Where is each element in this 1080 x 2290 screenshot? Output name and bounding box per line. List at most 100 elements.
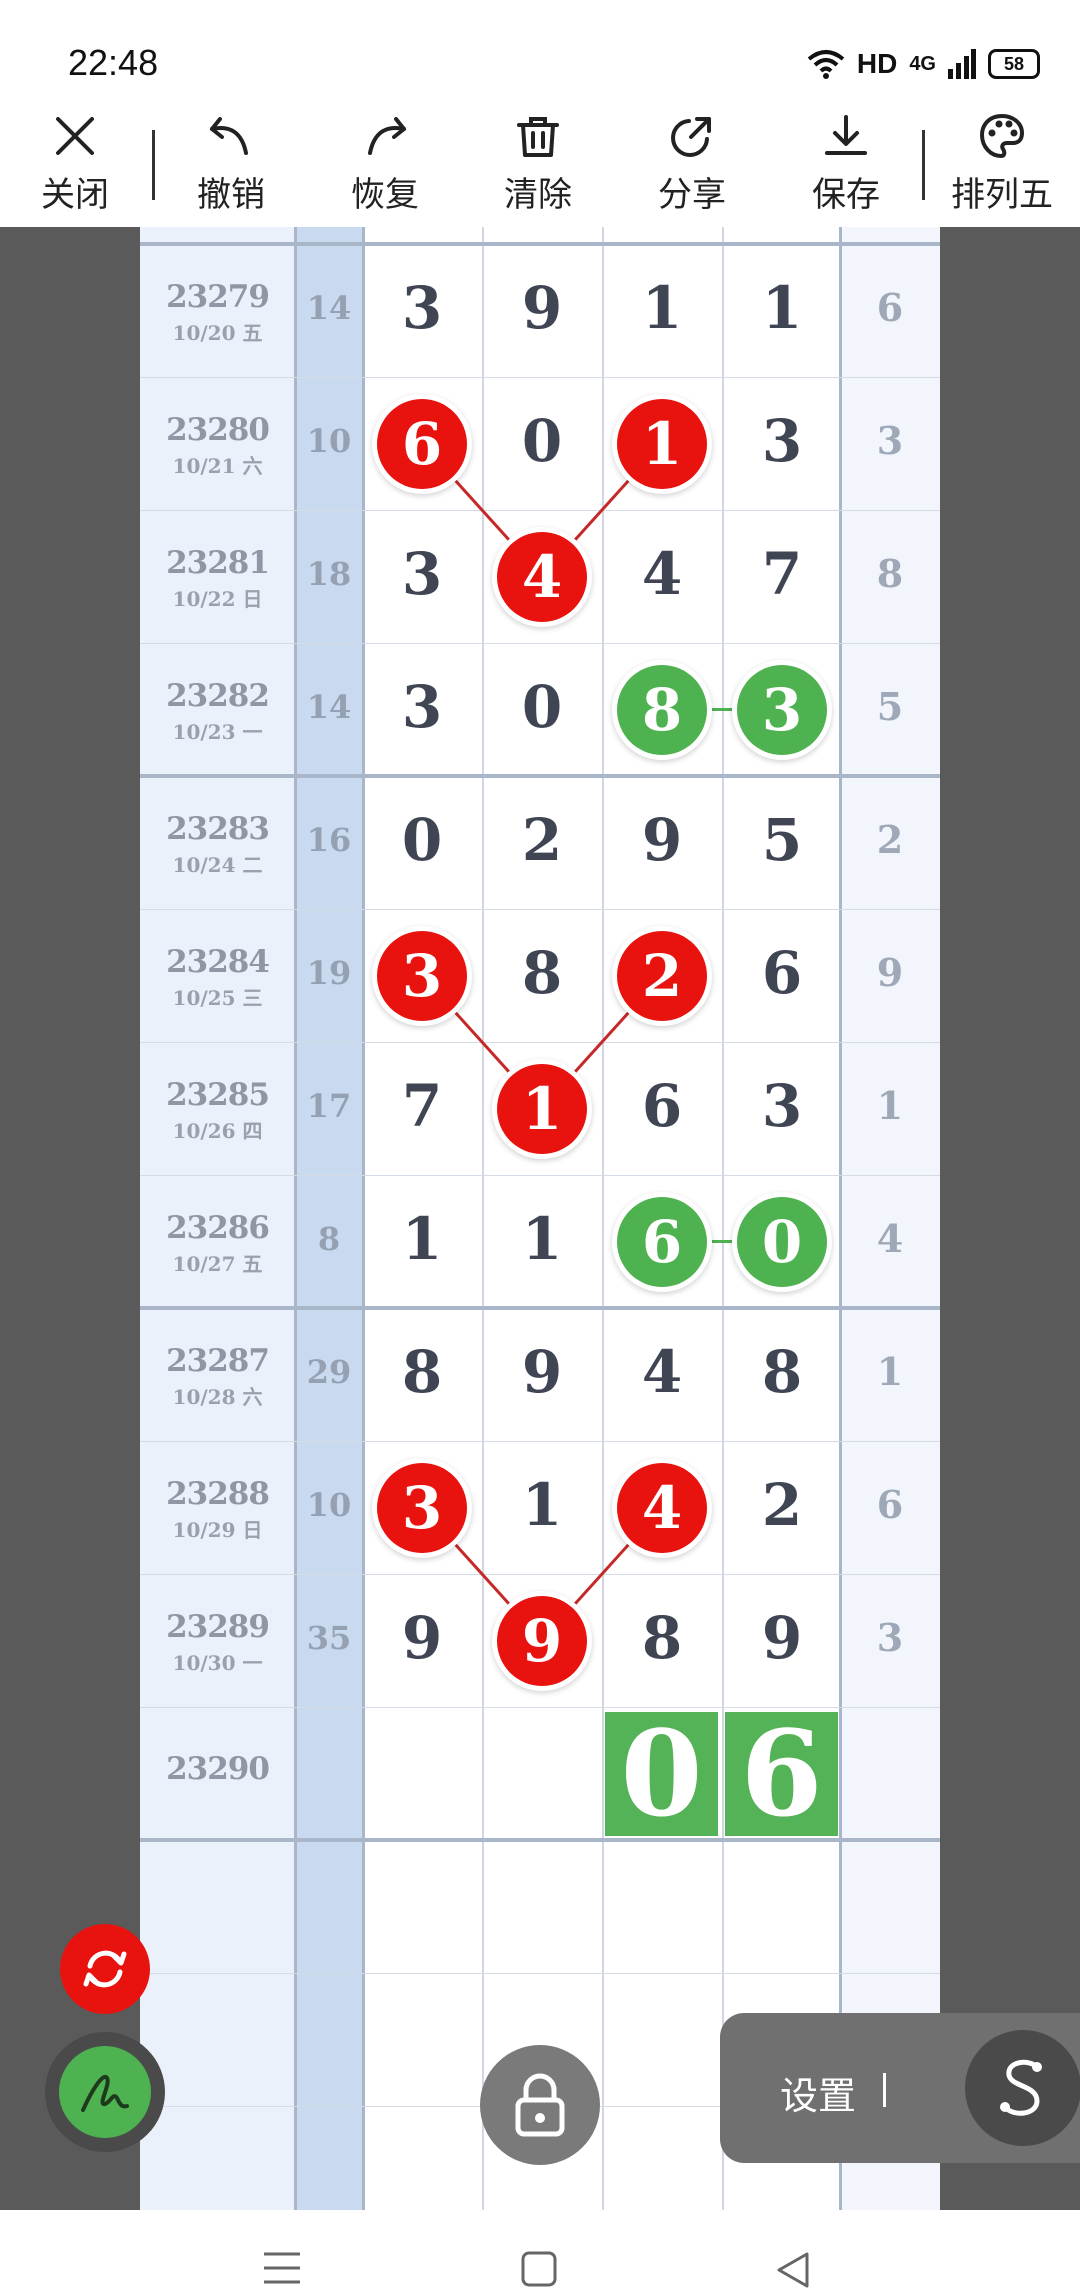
fifth-digit-cell: 1 bbox=[876, 1349, 904, 1394]
fifth-digit-cell: 3 bbox=[876, 1615, 904, 1660]
issue-number: 23286 bbox=[166, 1210, 270, 1246]
digit-cell[interactable]: 9 bbox=[362, 1604, 482, 1672]
red-ball-marker[interactable]: 2 bbox=[617, 930, 707, 1021]
issue-number: 23285 bbox=[166, 1077, 270, 1113]
digit-cell[interactable]: 8 bbox=[362, 1338, 482, 1406]
trend-grid[interactable]: 23279 10/20 五 14 3 9 1 1 6 23280 10/21 六 10 6 0 1 3 3 23… bbox=[140, 227, 940, 2210]
toolbar: 关闭 撤销 恢复 清除 分享 保存 排列五 bbox=[0, 105, 1080, 227]
digit-cell[interactable]: 0 bbox=[482, 407, 602, 475]
red-ball-marker[interactable]: 3 bbox=[377, 930, 467, 1021]
digit-cell[interactable]: 6 bbox=[722, 939, 842, 1007]
digit-cell[interactable]: 3 bbox=[362, 673, 482, 741]
toolbar-divider bbox=[922, 130, 925, 200]
digit-cell[interactable]: 4 bbox=[602, 1338, 722, 1406]
redo-label: 恢复 bbox=[351, 175, 419, 215]
digit-cell[interactable]: 0 bbox=[362, 806, 482, 874]
digit-cell[interactable]: 3 bbox=[362, 274, 482, 342]
issue-number: 23287 bbox=[166, 1343, 270, 1379]
red-ball-marker[interactable]: 1 bbox=[497, 1063, 587, 1154]
lock-button[interactable] bbox=[480, 2045, 600, 2165]
digit-cell[interactable]: 3 bbox=[722, 1072, 842, 1140]
red-ball-marker[interactable]: 4 bbox=[617, 1462, 707, 1553]
digit-cell[interactable]: 2 bbox=[722, 1471, 842, 1539]
digit-cell[interactable]: 9 bbox=[602, 806, 722, 874]
close-button[interactable]: 关闭 bbox=[15, 105, 135, 227]
issue-number: 23281 bbox=[166, 545, 270, 581]
issue-number: 23279 bbox=[166, 279, 270, 315]
issue-cell: 23283 10/24 二 bbox=[140, 811, 295, 878]
digit-cell[interactable]: 3 bbox=[722, 407, 842, 475]
red-ball-marker[interactable]: 9 bbox=[497, 1595, 587, 1686]
refresh-button[interactable] bbox=[60, 1924, 150, 2014]
share-button[interactable]: 分享 bbox=[632, 105, 752, 227]
sum-value: 35 bbox=[306, 1619, 352, 1657]
digit-cell[interactable]: 9 bbox=[482, 1338, 602, 1406]
redo-button[interactable]: 恢复 bbox=[325, 105, 445, 227]
issue-number: 23280 bbox=[166, 412, 270, 448]
fifth-digit-cell: 6 bbox=[876, 285, 904, 330]
issue-date: 10/25 三 bbox=[172, 986, 263, 1010]
issue-date: 10/28 六 bbox=[172, 1385, 263, 1409]
sum-value: 18 bbox=[306, 555, 352, 593]
settings-divider bbox=[883, 2073, 886, 2107]
digit-cell[interactable]: 1 bbox=[722, 274, 842, 342]
clear-button[interactable]: 清除 bbox=[478, 105, 598, 227]
share-icon bbox=[671, 117, 711, 157]
digit-cell[interactable]: 3 bbox=[362, 540, 482, 608]
digit-cell[interactable]: 7 bbox=[722, 540, 842, 608]
sum-value: 14 bbox=[306, 289, 352, 327]
sum-value: 29 bbox=[306, 1353, 352, 1391]
settings-button[interactable]: 设置 bbox=[780, 2065, 856, 2120]
fifth-digit-cell: 2 bbox=[876, 817, 904, 862]
digit-cell[interactable]: 9 bbox=[722, 1604, 842, 1672]
digit-cell[interactable]: 6 bbox=[602, 1072, 722, 1140]
digit-cell[interactable]: 5 bbox=[722, 806, 842, 874]
sum-value: 14 bbox=[306, 688, 352, 726]
save-button[interactable]: 保存 bbox=[786, 105, 906, 227]
red-ball-marker[interactable]: 4 bbox=[497, 531, 587, 622]
issue-date: 10/26 四 bbox=[172, 1119, 263, 1143]
digit-cell[interactable]: 7 bbox=[362, 1072, 482, 1140]
home-nav-icon[interactable] bbox=[520, 2250, 558, 2288]
predicted-digit-tile[interactable]: 6 bbox=[725, 1712, 838, 1836]
green-ball-marker[interactable]: 0 bbox=[737, 1196, 827, 1287]
digit-cell[interactable]: 1 bbox=[482, 1205, 602, 1273]
draw-button-face bbox=[59, 2046, 151, 2138]
green-ball-marker[interactable]: 8 bbox=[617, 664, 707, 755]
s-logo-icon bbox=[1000, 2059, 1042, 2116]
green-ball-marker[interactable]: 6 bbox=[617, 1196, 707, 1287]
digit-cell[interactable]: 1 bbox=[602, 274, 722, 342]
issue-date: 10/22 日 bbox=[172, 587, 263, 611]
issue-date: 10/20 五 bbox=[172, 321, 263, 345]
issue-cell: 23286 10/27 五 bbox=[140, 1210, 295, 1277]
issue-date: 10/29 日 bbox=[172, 1518, 263, 1542]
green-ball-marker[interactable]: 3 bbox=[737, 664, 827, 755]
issue-cell: 23288 10/29 日 bbox=[140, 1476, 295, 1543]
predicted-digit-tile[interactable]: 0 bbox=[605, 1712, 718, 1836]
issue-date: 10/21 六 bbox=[172, 454, 263, 478]
digit-cell[interactable]: 8 bbox=[602, 1604, 722, 1672]
menu-nav-icon[interactable] bbox=[262, 2250, 302, 2286]
digit-cell[interactable]: 0 bbox=[482, 673, 602, 741]
clear-label: 清除 bbox=[504, 175, 572, 215]
digit-cell[interactable]: 8 bbox=[722, 1338, 842, 1406]
back-nav-icon[interactable] bbox=[775, 2250, 811, 2290]
refresh-icon bbox=[83, 1950, 127, 1988]
red-ball-marker[interactable]: 3 bbox=[377, 1462, 467, 1553]
digit-cell[interactable]: 4 bbox=[602, 540, 722, 608]
sum-value: 10 bbox=[306, 422, 352, 460]
red-ball-marker[interactable]: 1 bbox=[617, 398, 707, 489]
s-logo-button[interactable] bbox=[965, 2030, 1080, 2146]
draw-button[interactable] bbox=[45, 2032, 165, 2152]
digit-cell[interactable]: 1 bbox=[362, 1205, 482, 1273]
digit-cell[interactable]: 2 bbox=[482, 806, 602, 874]
digit-cell[interactable]: 1 bbox=[482, 1471, 602, 1539]
status-time: 22:48 bbox=[68, 42, 159, 83]
digit-cell[interactable]: 9 bbox=[482, 274, 602, 342]
undo-button[interactable]: 撤销 bbox=[171, 105, 291, 227]
red-ball-marker[interactable]: 6 bbox=[377, 398, 467, 489]
lock-icon bbox=[515, 2073, 565, 2137]
digit-cell[interactable]: 8 bbox=[482, 939, 602, 1007]
lottery-type-button[interactable]: 排列五 bbox=[942, 105, 1062, 227]
issue-cell: 23280 10/21 六 bbox=[140, 412, 295, 479]
